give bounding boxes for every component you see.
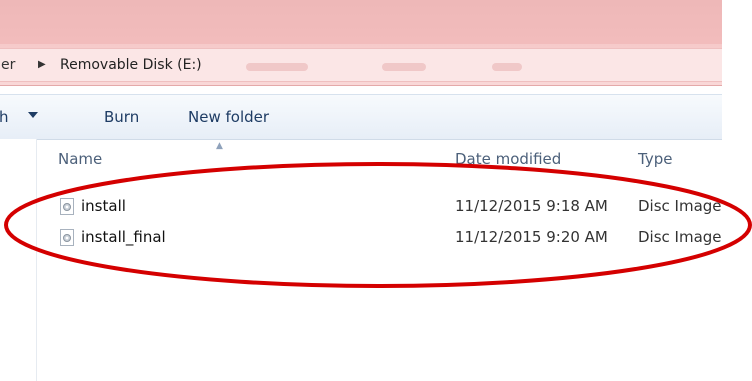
obscured-text — [382, 63, 426, 71]
command-bar: h Burn New folder — [0, 94, 722, 140]
breadcrumb-separator-icon[interactable]: ▶ — [38, 59, 46, 70]
chevron-down-icon[interactable] — [28, 112, 38, 118]
organize-label: h — [0, 108, 9, 126]
new-folder-button[interactable]: New folder — [188, 108, 269, 126]
organize-button[interactable]: h — [0, 108, 9, 126]
file-type: Disc Image File — [638, 228, 722, 246]
file-name: install — [81, 197, 126, 215]
disc-image-icon — [60, 229, 74, 246]
burn-button[interactable]: Burn — [104, 108, 139, 126]
breadcrumb[interactable]: er ▶ Removable Disk (E:) — [0, 48, 722, 82]
address-bar: er ▶ Removable Disk (E:) — [0, 44, 722, 86]
column-header-name[interactable]: Name — [58, 150, 102, 168]
column-header-date-modified[interactable]: Date modified — [455, 150, 561, 168]
obscured-text — [246, 63, 308, 71]
file-date-modified: 11/12/2015 9:20 AM — [455, 228, 608, 246]
file-type: Disc Image File — [638, 197, 722, 215]
file-row[interactable]: install 11/12/2015 9:18 AM Disc Image Fi… — [58, 194, 722, 220]
file-row[interactable]: install_final 11/12/2015 9:20 AM Disc Im… — [58, 225, 722, 251]
file-date-modified: 11/12/2015 9:18 AM — [455, 197, 608, 215]
title-bar — [0, 0, 722, 44]
sort-ascending-icon: ▲ — [216, 141, 223, 151]
right-margin — [722, 0, 752, 381]
disc-image-icon — [60, 198, 74, 215]
breadcrumb-parent[interactable]: er — [1, 57, 15, 73]
file-name: install_final — [81, 228, 166, 246]
explorer-window: er ▶ Removable Disk (E:) h Burn New fold… — [0, 0, 752, 381]
obscured-text — [492, 63, 522, 71]
breadcrumb-current[interactable]: Removable Disk (E:) — [60, 57, 202, 73]
navigation-pane[interactable] — [0, 139, 37, 381]
column-header-type[interactable]: Type — [638, 150, 672, 168]
